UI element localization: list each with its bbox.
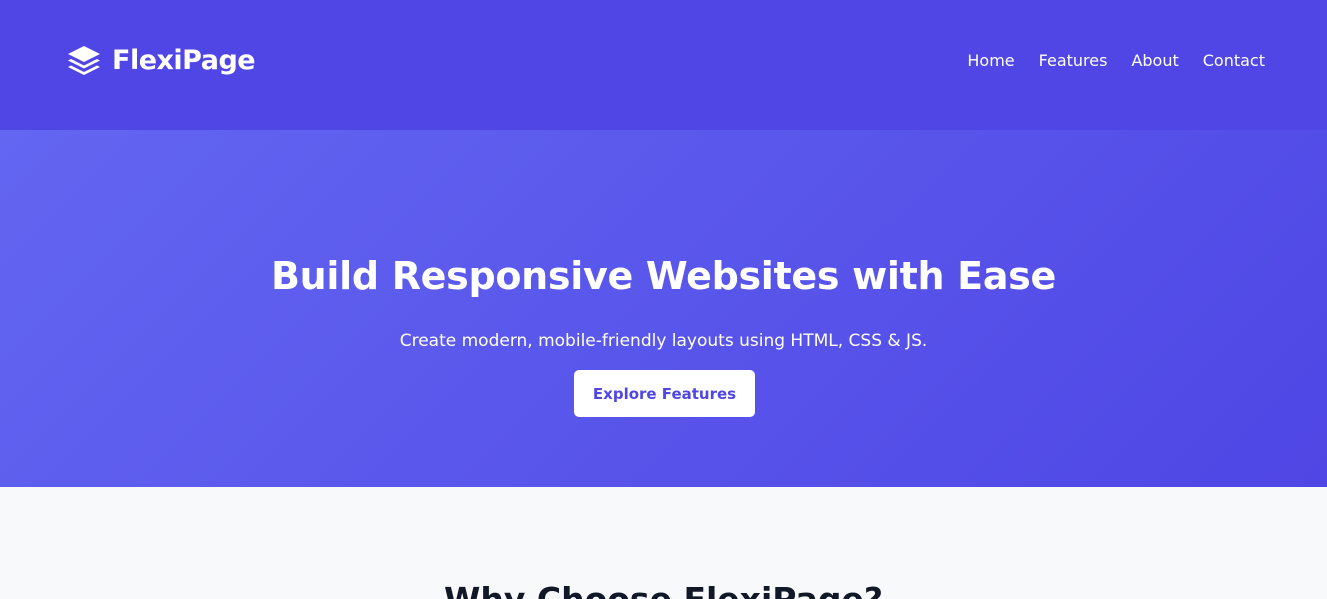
hero-subtitle: Create modern, mobile-friendly layouts u… [399, 331, 928, 351]
hero-title: Build Responsive Websites with Ease [271, 254, 1056, 298]
features-title: Why Choose FlexiPage? [0, 579, 1327, 599]
nav-link-features[interactable]: Features [1039, 50, 1108, 72]
hero-section: Build Responsive Websites with Ease Crea… [0, 130, 1327, 487]
nav-link-home[interactable]: Home [967, 50, 1014, 72]
brand-name: FlexiPage [112, 45, 256, 76]
site-header: FlexiPage Home Features About Contact [0, 0, 1327, 130]
explore-features-button[interactable]: Explore Features [574, 370, 755, 417]
main-nav: Home Features About Contact [967, 50, 1265, 72]
layers-icon [68, 46, 100, 75]
nav-link-about[interactable]: About [1131, 50, 1178, 72]
features-section: Why Choose FlexiPage? [0, 487, 1327, 599]
nav-link-contact[interactable]: Contact [1203, 50, 1265, 72]
brand-logo[interactable]: FlexiPage [66, 43, 256, 79]
